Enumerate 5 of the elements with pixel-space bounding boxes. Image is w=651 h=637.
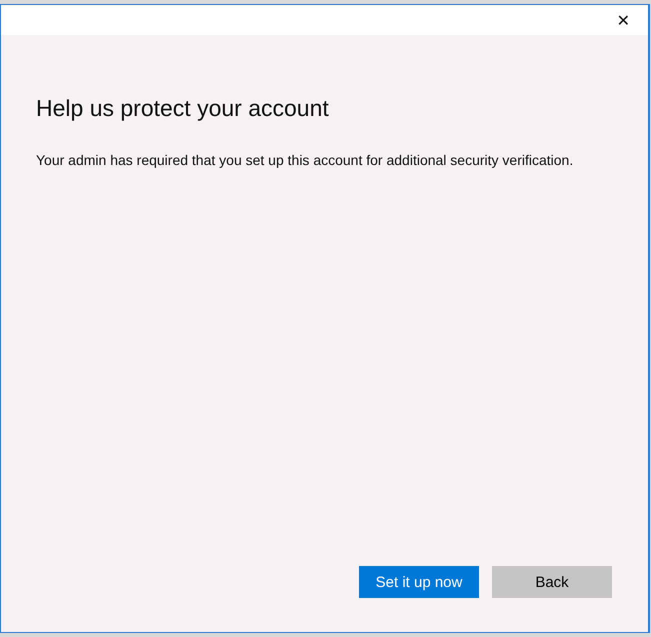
dialog-message: Your admin has required that you set up this account for additional security verification. (36, 152, 574, 168)
close-button[interactable]: ✕ (612, 10, 634, 30)
dialog-heading: Help us protect your account (36, 95, 330, 122)
back-button[interactable]: Back (492, 566, 612, 598)
setup-button[interactable]: Set it up now (359, 566, 479, 598)
